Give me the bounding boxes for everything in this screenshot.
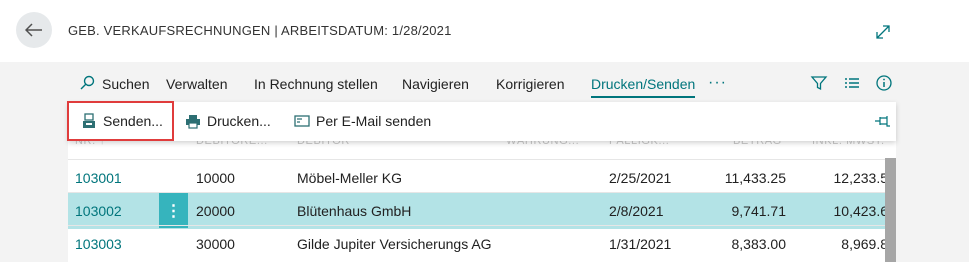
- search-icon[interactable]: [79, 75, 95, 91]
- back-button[interactable]: [16, 12, 52, 48]
- manage-action[interactable]: Verwalten: [166, 76, 227, 92]
- customer-no: 20000: [196, 203, 235, 219]
- table-row-selected[interactable]: 103002 ⋮ 20000 Blütenhaus GmbH 2/8/2021 …: [68, 192, 888, 229]
- correct-action[interactable]: Korrigieren: [496, 76, 564, 92]
- due-date: 2/8/2021: [609, 203, 664, 219]
- invoice-no-link[interactable]: 103001: [75, 170, 122, 186]
- list-view-icon[interactable]: [843, 74, 861, 92]
- customer-no: 10000: [196, 170, 235, 186]
- send-label: Senden...: [103, 113, 163, 129]
- amount-incl-vat: 10,423.6: [833, 203, 889, 219]
- action-bar: Suchen Verwalten In Rechnung stellen Nav…: [68, 62, 896, 102]
- email-icon: [294, 115, 310, 127]
- page-header: GEB. VERKAUFSRECHNUNGEN | ARBEITSDATUM: …: [0, 0, 969, 62]
- amount: 8,383.00: [731, 236, 787, 252]
- amount: 11,433.25: [724, 170, 786, 186]
- print-send-tab[interactable]: Drucken/Senden: [591, 76, 695, 92]
- invoice-grid: NR. ↑ DEBITORE... DEBITOR WÄHRUNG... FÄL…: [68, 135, 896, 262]
- customer-name: Blütenhaus GmbH: [297, 203, 412, 219]
- more-actions-button[interactable]: ···: [708, 74, 727, 92]
- filter-icon[interactable]: [810, 74, 828, 92]
- due-date: 1/31/2021: [609, 236, 672, 252]
- amount: 9,741.71: [731, 203, 787, 219]
- row-menu-button[interactable]: ⋮: [159, 193, 188, 228]
- table-row[interactable]: 103003 30000 Gilde Jupiter Versicherungs…: [68, 225, 888, 262]
- send-button[interactable]: Senden...: [82, 113, 163, 129]
- print-label: Drucken...: [207, 113, 271, 129]
- table-row[interactable]: 103001 10000 Möbel-Meller KG 2/25/2021 1…: [68, 159, 888, 196]
- info-icon[interactable]: [875, 74, 893, 92]
- customer-no: 30000: [196, 236, 235, 252]
- page-title: GEB. VERKAUFSRECHNUNGEN | ARBEITSDATUM: …: [68, 23, 452, 38]
- arrow-left-icon: [25, 23, 42, 37]
- subaction-menu: Senden... Drucken... Per E-Mail senden: [68, 102, 896, 141]
- due-date: 2/25/2021: [609, 170, 672, 186]
- printer-icon: [186, 114, 200, 129]
- navigate-action[interactable]: Navigieren: [402, 76, 469, 92]
- invoice-no-link[interactable]: 103002: [75, 203, 122, 219]
- print-button[interactable]: Drucken...: [185, 113, 271, 129]
- more-vertical-icon: ⋮: [165, 202, 182, 220]
- customer-name: Möbel-Meller KG: [297, 170, 403, 186]
- amount-incl-vat: 8,969.8: [841, 236, 888, 252]
- send-document-icon: [83, 113, 95, 128]
- amount-incl-vat: 12,233.5: [833, 170, 889, 186]
- email-send-button[interactable]: Per E-Mail senden: [294, 113, 431, 129]
- invoice-action[interactable]: In Rechnung stellen: [254, 76, 378, 92]
- search-action[interactable]: Suchen: [102, 76, 149, 92]
- grid-header: NR. ↑ DEBITORE... DEBITOR WÄHRUNG... FÄL…: [68, 135, 896, 159]
- active-tab-indicator: [591, 96, 695, 98]
- pin-icon[interactable]: [874, 113, 892, 129]
- vertical-scrollbar[interactable]: [885, 158, 896, 262]
- invoice-no-link[interactable]: 103003: [75, 236, 122, 252]
- expand-icon[interactable]: [874, 23, 892, 41]
- email-label: Per E-Mail senden: [316, 113, 432, 129]
- customer-name: Gilde Jupiter Versicherungs AG: [297, 236, 492, 252]
